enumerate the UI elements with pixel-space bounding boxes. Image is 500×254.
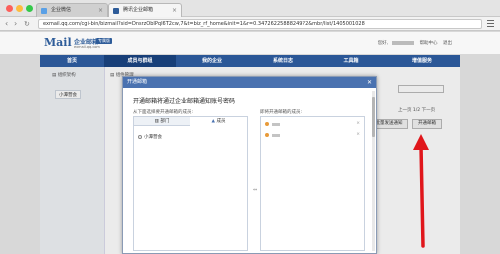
remove-member-icon[interactable]: × (356, 121, 360, 126)
dialog-title: 开通邮箱将通过企业邮箱通知账号密码 (133, 98, 236, 105)
tab-favicon-icon (113, 8, 119, 14)
browser-titlebar: 企业微信 × 腾讯企业邮箱 × (0, 0, 500, 17)
close-window-button[interactable] (6, 5, 13, 12)
member-name-redacted (272, 133, 280, 137)
nav-toolbox[interactable]: 工具箱 (318, 55, 384, 67)
browser-menu-icon[interactable] (487, 20, 494, 27)
greeting-text: 您好, (377, 41, 389, 46)
help-link[interactable]: 帮助中心 (420, 41, 438, 46)
logout-link[interactable]: 退出 (443, 41, 452, 46)
radio-icon[interactable] (138, 134, 142, 139)
tab-label: 企业微信 (51, 7, 72, 13)
right-box-label: 即将开通邮箱的成员: (260, 110, 303, 115)
forward-icon[interactable]: › (14, 19, 17, 29)
minimize-window-button[interactable] (16, 5, 23, 12)
dialog-scrollbar-thumb[interactable] (372, 97, 375, 137)
logo-domain: exmail.qq.com (74, 45, 100, 49)
nav-my-company[interactable]: 我的企业 (176, 55, 248, 67)
annotation-arrow (413, 134, 429, 248)
dialog-header: 开通邮箱 ✕ (123, 77, 376, 88)
move-arrows-icon[interactable]: ⇔ (253, 187, 257, 193)
main-nav: 首页 成员与群组 我的企业 系统日志 工具箱 增值服务 (40, 55, 460, 67)
dialog-header-title: 开通邮箱 (127, 79, 148, 85)
tab-close-icon[interactable]: × (98, 4, 103, 17)
selected-member (265, 122, 362, 128)
url-field[interactable]: exmail.qq.com/cgi-bin/bizmail?sid=DnsrzO… (38, 19, 482, 29)
nav-home[interactable]: 首页 (40, 55, 104, 67)
reload-icon[interactable]: ↻ (24, 19, 30, 29)
source-tabs: ▥ 部门 ▲ 成员 (134, 117, 247, 126)
user-icon (265, 133, 269, 137)
browser-tab-1[interactable]: 企业微信 × (36, 3, 108, 17)
tab-members[interactable]: ▲ 成员 (190, 117, 247, 126)
username-redacted (392, 40, 415, 45)
back-icon[interactable]: ‹ (5, 19, 8, 29)
left-box-label: 从下面选择要开通邮箱的成员: (133, 110, 194, 115)
mail-logo: Mail (44, 36, 72, 49)
target-members-box: × × (260, 116, 365, 251)
selected-member (265, 133, 362, 139)
department-option[interactable]: 小潭营会 (138, 134, 162, 140)
user-icon (265, 122, 269, 126)
nav-members-groups[interactable]: 成员与群组 (104, 55, 176, 67)
logo-badge: 专属版 (96, 38, 112, 44)
remove-member-icon[interactable]: × (356, 132, 360, 137)
browser-tab-2[interactable]: 腾讯企业邮箱 × (108, 3, 182, 17)
member-name-redacted (272, 122, 280, 126)
top-links: 您好, 帮助中心 退出 (374, 40, 452, 46)
tab-close-icon[interactable]: × (172, 4, 177, 17)
source-members-box: ▥ 部门 ▲ 成员 小潭营会 (133, 116, 248, 251)
nav-system-log[interactable]: 系统日志 (248, 55, 318, 67)
nav-value-added[interactable]: 增值服务 (384, 55, 460, 67)
dialog-close-icon[interactable]: ✕ (367, 77, 372, 88)
tab-label: 腾讯企业邮箱 (123, 7, 154, 13)
tab-favicon-icon (41, 8, 47, 14)
maximize-window-button[interactable] (26, 5, 33, 12)
tab-department[interactable]: ▥ 部门 (134, 117, 190, 126)
enable-mail-dialog: 开通邮箱 ✕ 开通邮箱将通过企业邮箱通知账号密码 从下面选择要开通邮箱的成员: … (122, 76, 377, 254)
address-bar-row: ‹ › ↻ exmail.qq.com/cgi-bin/bizmail?sid=… (0, 17, 500, 31)
